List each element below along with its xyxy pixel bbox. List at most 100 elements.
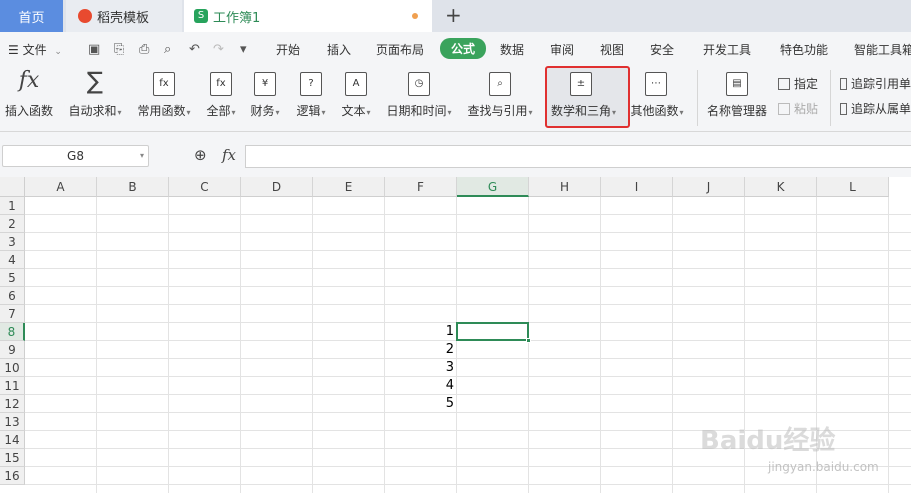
row-header-9[interactable]: 9 [0, 341, 25, 359]
file-menu-label: 文件 [22, 43, 47, 57]
column-header-g[interactable]: G [457, 177, 529, 197]
save-icon[interactable]: ▣ [88, 42, 100, 57]
row-header-14[interactable]: 14 [0, 431, 25, 449]
yen-icon: ¥ [254, 72, 276, 96]
all-functions-icon: fx [210, 72, 232, 96]
row-header-4[interactable]: 4 [0, 251, 25, 269]
undo-icon[interactable]: ↶ [189, 42, 200, 57]
tab-docer-label: 稻壳模板 [97, 10, 150, 26]
name-box[interactable]: G8 ▾ [2, 145, 149, 167]
tab-workbook[interactable]: S 工作簿1 [184, 0, 432, 32]
row-header-2[interactable]: 2 [0, 215, 25, 233]
text-functions-label: 文本 [341, 104, 366, 118]
name-manager-button[interactable]: ▤ 名称管理器 [704, 66, 770, 130]
common-functions-icon: fx [153, 72, 175, 96]
row-header-5[interactable]: 5 [0, 269, 25, 287]
insert-function-button[interactable]: fx 插入函数 [0, 66, 58, 130]
lookup-functions-label: 查找与引用 [467, 104, 528, 118]
tab-view[interactable]: 视图 [600, 41, 624, 58]
logic-functions-button[interactable]: ? 逻辑▾ [290, 66, 332, 130]
chevron-down-icon: ▾ [186, 108, 191, 117]
fx-icon[interactable]: fx [222, 146, 236, 164]
other-functions-button[interactable]: ⋯ 其他函数▾ [626, 66, 688, 130]
row-header-15[interactable]: 15 [0, 449, 25, 467]
column-header-e[interactable]: E [313, 177, 385, 197]
column-header-l[interactable]: L [817, 177, 889, 197]
spreadsheet-icon: S [194, 9, 208, 23]
tab-home-label: 首页 [18, 10, 45, 26]
tab-developer[interactable]: 开发工具 [703, 41, 751, 58]
grid-line [25, 394, 911, 395]
cell-f12[interactable]: 5 [385, 395, 457, 413]
formula-input[interactable] [245, 145, 911, 168]
chevron-down-icon: ▾ [231, 108, 236, 117]
active-cell-selection[interactable] [456, 322, 531, 343]
other-functions-label: 其他函数 [630, 104, 679, 118]
row-header-13[interactable]: 13 [0, 413, 25, 431]
unsaved-dot-icon [412, 13, 418, 19]
cell-f10[interactable]: 3 [385, 359, 457, 377]
tab-smart-toolbox[interactable]: 智能工具箱 [854, 41, 911, 58]
tab-start[interactable]: 开始 [276, 41, 300, 58]
cell-f9[interactable]: 2 [385, 341, 457, 359]
redo-icon[interactable]: ↷ [213, 42, 224, 57]
trace-precedents-button[interactable]: 追踪引用单 [840, 75, 911, 92]
column-header-d[interactable]: D [241, 177, 313, 197]
row-header-8[interactable]: 8 [0, 323, 25, 341]
define-name-button[interactable]: 指定 [778, 75, 818, 92]
tab-home[interactable]: 首页 [0, 0, 63, 32]
format-painter-icon[interactable]: ⎘ [114, 42, 124, 57]
column-header-f[interactable]: F [385, 177, 457, 197]
row-header-7[interactable]: 7 [0, 305, 25, 323]
cell-f8[interactable]: 1 [385, 323, 457, 341]
trace-dependents-button[interactable]: 追踪从属单 [840, 100, 911, 117]
tab-data[interactable]: 数据 [500, 41, 524, 58]
customize-toolbar-icon[interactable]: ▾ [240, 42, 247, 57]
select-all-corner[interactable] [0, 177, 25, 197]
tab-bar: 首页 稻壳模板 S 工作簿1 + [0, 0, 911, 32]
column-header-h[interactable]: H [529, 177, 601, 197]
common-functions-button[interactable]: fx 常用函数▾ [132, 66, 196, 130]
row-header-1[interactable]: 1 [0, 197, 25, 215]
text-functions-button[interactable]: A 文本▾ [335, 66, 377, 130]
cell-f11[interactable]: 4 [385, 377, 457, 395]
lookup-functions-button[interactable]: ⌕ 查找与引用▾ [462, 66, 538, 130]
column-header-j[interactable]: J [673, 177, 745, 197]
row-header-6[interactable]: 6 [0, 287, 25, 305]
row-header-10[interactable]: 10 [0, 359, 25, 377]
chevron-down-icon[interactable]: ▾ [140, 146, 144, 166]
name-box-value: G8 [67, 149, 84, 163]
zoom-magnifier-icon[interactable]: ⊕ [194, 146, 207, 164]
autosum-button[interactable]: ∑ 自动求和▾ [62, 66, 128, 130]
new-tab-button[interactable]: + [445, 3, 462, 27]
paste-name-button[interactable]: 粘贴 [778, 100, 818, 117]
row-header-12[interactable]: 12 [0, 395, 25, 413]
row-header-11[interactable]: 11 [0, 377, 25, 395]
tab-review[interactable]: 审阅 [550, 41, 574, 58]
grid-line [25, 358, 911, 359]
file-menu-button[interactable]: ☰ 文件 ⌄ [8, 41, 62, 58]
column-header-c[interactable]: C [169, 177, 241, 197]
fill-handle[interactable] [526, 338, 531, 343]
datetime-functions-button[interactable]: ◷ 日期和时间▾ [382, 66, 456, 130]
column-header-i[interactable]: I [601, 177, 673, 197]
tab-security[interactable]: 安全 [650, 41, 674, 58]
print-preview-icon[interactable]: ⌕ [164, 42, 171, 57]
print-icon[interactable]: ⎙ [139, 42, 149, 57]
math-trig-functions-button[interactable]: ± 数学和三角▾ [545, 66, 622, 130]
column-header-b[interactable]: B [97, 177, 169, 197]
row-header-16[interactable]: 16 [0, 467, 25, 485]
name-manager-icon: ▤ [726, 72, 748, 96]
column-header-k[interactable]: K [745, 177, 817, 197]
all-functions-button[interactable]: fx 全部▾ [200, 66, 242, 130]
column-header-a[interactable]: A [25, 177, 97, 197]
magnifier-icon: ⌕ [489, 72, 511, 96]
tab-special-features[interactable]: 特色功能 [780, 41, 828, 58]
tab-insert[interactable]: 插入 [327, 41, 351, 58]
row-header-3[interactable]: 3 [0, 233, 25, 251]
tab-docer-templates[interactable]: 稻壳模板 [66, 0, 182, 32]
trace-precedents-icon [840, 77, 847, 90]
tab-page-layout[interactable]: 页面布局 [376, 41, 424, 58]
finance-functions-button[interactable]: ¥ 财务▾ [245, 66, 285, 130]
tab-formulas[interactable]: 公式 [440, 38, 487, 59]
